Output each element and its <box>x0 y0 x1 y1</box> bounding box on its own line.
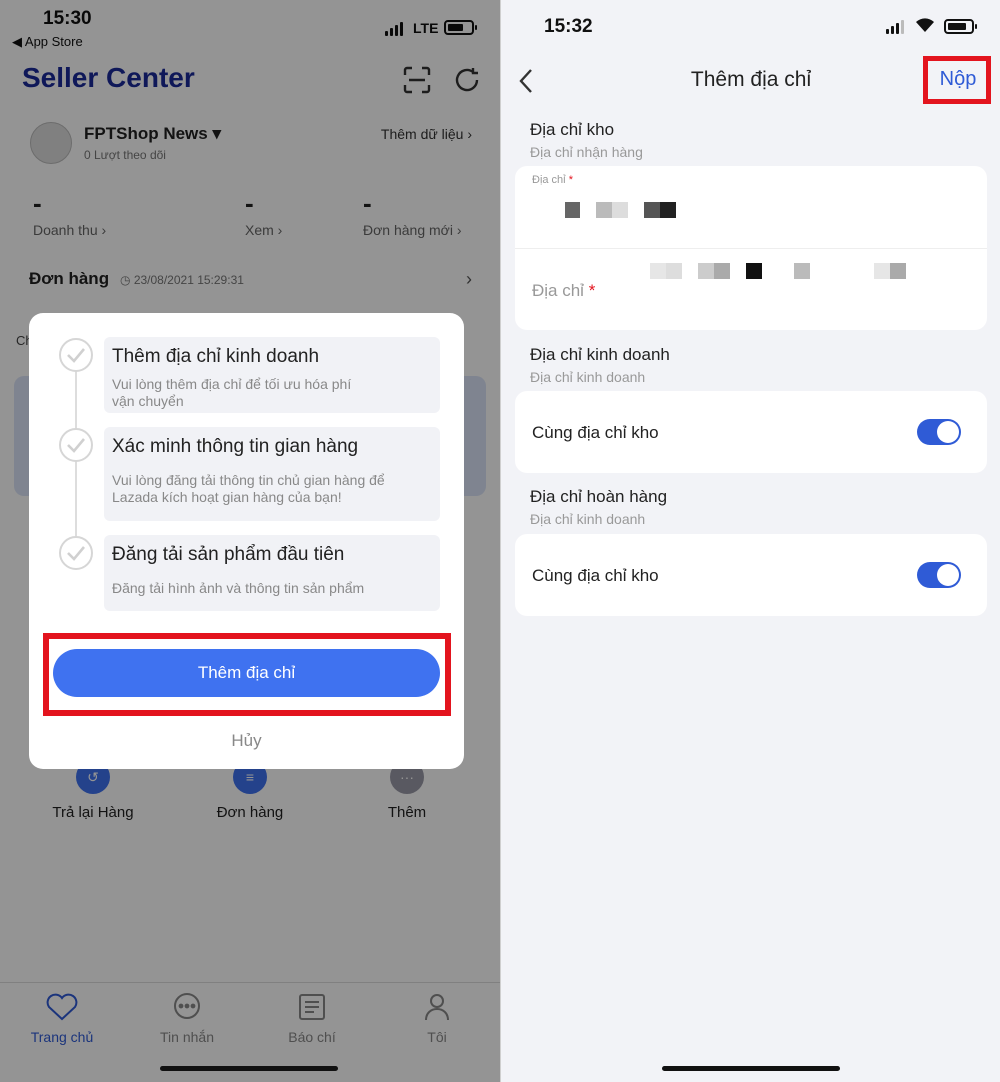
section-title-warehouse: Địa chỉ kho <box>530 120 615 139</box>
step-desc: Đăng tải hình ảnh và thông tin sản phẩm <box>112 580 365 596</box>
redacted-text <box>565 202 580 218</box>
redacted-text <box>596 202 612 218</box>
same-as-warehouse-toggle[interactable] <box>917 419 961 445</box>
step-upload-first-product[interactable]: Đăng tải sản phẩm đầu tiên Đăng tải hình… <box>104 535 440 611</box>
same-as-warehouse-label: Cùng địa chỉ kho <box>532 566 659 585</box>
same-as-warehouse-toggle[interactable] <box>917 562 961 588</box>
section-subtitle-warehouse: Địa chỉ nhận hàng <box>530 144 643 160</box>
redacted-text <box>698 263 714 279</box>
battery-icon <box>944 19 977 34</box>
redacted-text <box>714 263 730 279</box>
redacted-text <box>666 263 682 279</box>
check-icon <box>59 536 93 570</box>
step-title: Xác minh thông tin gian hàng <box>112 436 359 457</box>
business-card: Cùng địa chỉ kho <box>515 391 987 473</box>
cancel-button[interactable]: Hủy <box>29 731 464 751</box>
onboarding-modal: Thêm địa chỉ kinh doanh Vui lòng thêm đị… <box>29 313 464 769</box>
address-field-label: Địa chỉ * <box>532 281 595 301</box>
same-as-warehouse-label: Cùng địa chỉ kho <box>532 423 659 442</box>
return-card: Cùng địa chỉ kho <box>515 534 987 616</box>
step-add-business-address[interactable]: Thêm địa chỉ kinh doanh Vui lòng thêm đị… <box>104 337 440 413</box>
step-desc: Vui lòng đăng tải thông tin chủ gian hàn… <box>112 472 432 506</box>
section-subtitle-return: Địa chỉ kinh doanh <box>530 511 646 527</box>
step-title: Thêm địa chỉ kinh doanh <box>112 346 320 367</box>
check-icon <box>59 428 93 462</box>
step-title: Đăng tải sản phẩm đầu tiên <box>112 544 345 565</box>
add-address-screen: 15:32 Thêm địa chỉ Nộp Địa chỉ kho Địa c… <box>500 0 1000 1082</box>
wifi-icon <box>915 17 935 38</box>
status-time: 15:32 <box>544 16 593 37</box>
submit-button[interactable]: Nộp <box>933 68 983 91</box>
warehouse-card: Địa chỉ * Địa chỉ * <box>515 166 987 330</box>
section-title-return: Địa chỉ hoàn hàng <box>530 487 668 506</box>
redacted-text <box>612 202 628 218</box>
step-desc-line: vận chuyển <box>112 393 184 409</box>
step-verify-shop[interactable]: Xác minh thông tin gian hàng Vui lòng đă… <box>104 427 440 521</box>
step-desc-line: Lazada kích hoạt gian hàng của bạn! <box>112 489 342 505</box>
step-desc: Vui lòng thêm địa chỉ để tối ưu hóa phí … <box>112 376 432 410</box>
redacted-text <box>644 202 660 218</box>
nav-bar: Thêm địa chỉ Nộp <box>501 54 1000 110</box>
add-address-button[interactable]: Thêm địa chỉ <box>53 649 440 697</box>
redacted-text <box>890 263 906 279</box>
redacted-text <box>874 263 890 279</box>
signal-icon <box>886 20 904 34</box>
section-subtitle-business: Địa chỉ kinh doanh <box>530 369 646 385</box>
step-desc-line: Vui lòng đăng tải thông tin chủ gian hàn… <box>112 472 385 488</box>
redacted-text <box>660 202 676 218</box>
home-indicator <box>160 1066 338 1071</box>
required-mark: * <box>588 281 596 300</box>
check-icon <box>59 338 93 372</box>
home-indicator <box>662 1066 840 1071</box>
redacted-text <box>794 263 810 279</box>
section-title-business: Địa chỉ kinh doanh <box>530 345 670 364</box>
address-label-text: Địa chỉ <box>532 281 584 300</box>
step-desc-line: Vui lòng thêm địa chỉ để tối ưu hóa phí <box>112 376 352 392</box>
seller-center-screen: 15:30 ◀ App Store LTE Seller Center FPTS… <box>0 0 500 1082</box>
address-field-2[interactable]: Địa chỉ * <box>515 249 987 330</box>
redacted-text <box>650 263 666 279</box>
address-field-1[interactable] <box>515 166 987 248</box>
redacted-text <box>746 263 762 279</box>
